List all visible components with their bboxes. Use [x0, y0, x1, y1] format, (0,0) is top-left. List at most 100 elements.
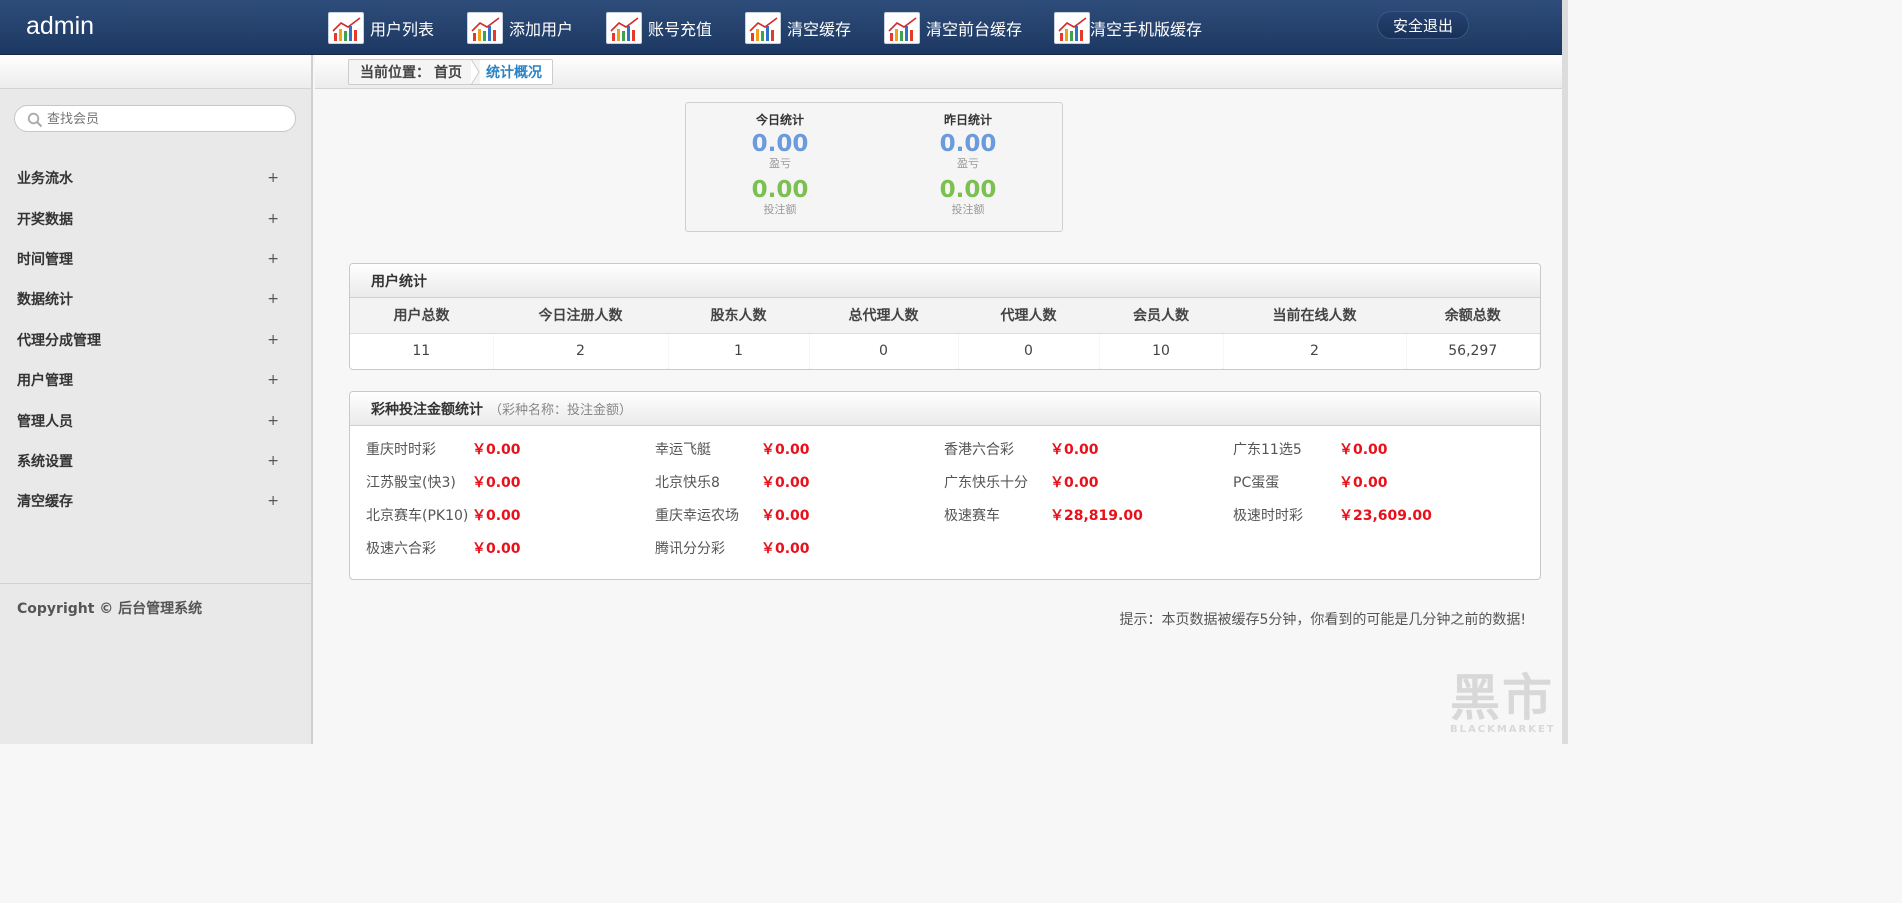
column-header: 余额总数	[1406, 298, 1540, 334]
chart-icon	[745, 12, 781, 44]
sidebar-item-label: 系统设置	[17, 453, 73, 470]
list-item: 江苏骰宝(快3) ￥0.00	[366, 472, 521, 492]
lottery-name: PC蛋蛋	[1233, 475, 1280, 491]
column-header: 股东人数	[668, 298, 809, 334]
user-stats-panel: 用户统计 用户总数 今日注册人数 股东人数 总代理人数 代理人数 会员人数 当前…	[349, 263, 1541, 370]
column-header: 总代理人数	[809, 298, 958, 334]
sidebar-item-business-flow[interactable]: 业务流水 +	[0, 158, 311, 198]
sidebar-item-label: 管理人员	[17, 413, 73, 430]
cache-notice: 提示：本页数据被缓存5分钟，你看到的可能是几分钟之前的数据!	[1119, 612, 1526, 628]
plus-icon: +	[267, 331, 279, 348]
search-input[interactable]	[47, 109, 287, 129]
nav-clear-cache-label: 清空缓存	[787, 20, 852, 39]
yesterday-profit-label: 盈亏	[957, 157, 979, 170]
lottery-amount: ￥0.00	[472, 541, 521, 557]
lottery-name: 香港六合彩	[944, 442, 1014, 458]
nav-clear-frontend-cache[interactable]: 清空前台缓存	[884, 8, 1054, 48]
column-header: 用户总数	[350, 298, 493, 334]
list-item: 重庆幸运农场 ￥0.00	[655, 505, 810, 525]
sidebar-item-lottery-data[interactable]: 开奖数据 +	[0, 198, 311, 238]
lottery-stats-header: 彩种投注金额统计 （彩种名称：投注金额）	[350, 392, 1540, 426]
today-bet-label: 投注额	[763, 203, 797, 216]
sidebar-item-administrators[interactable]: 管理人员 +	[0, 400, 311, 440]
brand-title: admin	[26, 12, 95, 40]
nav-clear-mobile-cache[interactable]: 清空手机版缓存	[1054, 8, 1244, 48]
lottery-amount: ￥0.00	[761, 442, 810, 458]
lottery-name: 广东快乐十分	[944, 475, 1028, 491]
lottery-name: 极速时时彩	[1233, 508, 1303, 524]
table-cell: 1	[668, 333, 810, 369]
sidebar-item-time-management[interactable]: 时间管理 +	[0, 239, 311, 279]
nav-add-user[interactable]: 添加用户	[467, 8, 606, 48]
nav-recharge-label: 账号充值	[648, 20, 713, 39]
lottery-amount: ￥0.00	[761, 475, 810, 491]
table-cell: 2	[493, 333, 669, 369]
sidebar-item-statistics[interactable]: 数据统计 +	[0, 279, 311, 319]
lottery-amount: ￥0.00	[472, 442, 521, 458]
table-cell: 56,297	[1406, 333, 1540, 369]
watermark-logo: 黑市 BLACKMARKET	[1450, 672, 1562, 742]
list-item: 腾讯分分彩 ￥0.00	[655, 538, 810, 558]
today-bet-value: 0.00	[751, 177, 809, 203]
sidebar-item-clear-cache[interactable]: 清空缓存 +	[0, 481, 311, 521]
list-item: 香港六合彩 ￥0.00	[944, 439, 1099, 459]
top-nav: 用户列表 添加用户 账号充值 清空缓存 清空前台缓存 清空手机版缓存	[328, 8, 1244, 48]
plus-icon: +	[267, 412, 279, 429]
member-search[interactable]	[14, 105, 296, 132]
logout-button[interactable]: 安全退出	[1377, 11, 1469, 39]
sidebar-item-label: 开奖数据	[17, 211, 73, 228]
table-cell: 11	[350, 333, 494, 369]
sidebar-item-label: 数据统计	[17, 292, 73, 309]
sidebar-item-label: 代理分成管理	[17, 332, 101, 349]
copyright-text: Copyright © 后台管理系统	[17, 601, 203, 617]
nav-user-list[interactable]: 用户列表	[328, 8, 467, 48]
lottery-amount: ￥0.00	[472, 508, 521, 524]
page-scrollbar[interactable]	[1562, 0, 1568, 744]
breadcrumb-home-link[interactable]: 首页	[434, 62, 470, 82]
lottery-name: 广东11选5	[1233, 442, 1302, 458]
sidebar-item-agent-commission[interactable]: 代理分成管理 +	[0, 320, 311, 360]
sidebar-divider	[0, 583, 311, 584]
lottery-name: 腾讯分分彩	[655, 541, 725, 557]
nav-clear-cache[interactable]: 清空缓存	[745, 8, 884, 48]
lottery-amount: ￥0.00	[1339, 442, 1388, 458]
lottery-amount: ￥0.00	[1339, 475, 1388, 491]
lottery-stats-panel: 彩种投注金额统计 （彩种名称：投注金额） 重庆时时彩 ￥0.00 幸运飞艇 ￥0.0…	[349, 391, 1541, 580]
breadcrumb-current: 统计概况	[480, 60, 552, 84]
sidebar-item-label: 用户管理	[17, 373, 73, 390]
lottery-name: 重庆时时彩	[366, 442, 436, 458]
nav-user-list-label: 用户列表	[370, 20, 435, 39]
sidebar: 业务流水 + 开奖数据 + 时间管理 + 数据统计 + 代理分成管理 + 用户管…	[0, 55, 313, 744]
yesterday-bet-value: 0.00	[939, 177, 997, 203]
today-profit-label: 盈亏	[769, 157, 791, 170]
chart-icon	[606, 12, 642, 44]
yesterday-bet-label: 投注额	[951, 203, 985, 216]
table-row: 11 2 1 0 0 10 2 56,297	[350, 333, 1540, 369]
plus-icon: +	[267, 372, 279, 389]
yesterday-stats: 昨日统计 0.00 盈亏 0.00 投注额	[913, 111, 1023, 217]
nav-recharge[interactable]: 账号充值	[606, 8, 745, 48]
breadcrumb-separator-icon	[470, 58, 480, 86]
nav-clear-mobile-cache-label: 清空手机版缓存	[1090, 20, 1203, 39]
lottery-amount: ￥0.00	[1050, 442, 1099, 458]
lottery-name: 极速赛车	[944, 508, 1000, 524]
sidebar-item-label: 清空缓存	[17, 494, 73, 511]
lottery-amount: ￥0.00	[472, 475, 521, 491]
lottery-amount: ￥23,609.00	[1339, 508, 1432, 524]
chart-icon	[1054, 12, 1090, 44]
nav-add-user-label: 添加用户	[509, 20, 574, 39]
sidebar-menu: 业务流水 + 开奖数据 + 时间管理 + 数据统计 + 代理分成管理 + 用户管…	[0, 158, 311, 522]
plus-icon: +	[267, 493, 279, 510]
list-item: 极速赛车 ￥28,819.00	[944, 505, 1143, 525]
lottery-name: 极速六合彩	[366, 541, 436, 557]
table-cell: 0	[958, 333, 1100, 369]
list-item: 极速六合彩 ￥0.00	[366, 538, 521, 558]
list-item: 北京快乐8 ￥0.00	[655, 472, 810, 492]
column-header: 代理人数	[958, 298, 1099, 334]
table-header-row: 用户总数 今日注册人数 股东人数 总代理人数 代理人数 会员人数 当前在线人数 …	[350, 298, 1540, 334]
sidebar-item-user-management[interactable]: 用户管理 +	[0, 360, 311, 400]
lottery-amount: ￥0.00	[1050, 475, 1099, 491]
list-item: 幸运飞艇 ￥0.00	[655, 439, 810, 459]
sidebar-item-system-settings[interactable]: 系统设置 +	[0, 441, 311, 481]
yesterday-profit-value: 0.00	[939, 131, 997, 157]
